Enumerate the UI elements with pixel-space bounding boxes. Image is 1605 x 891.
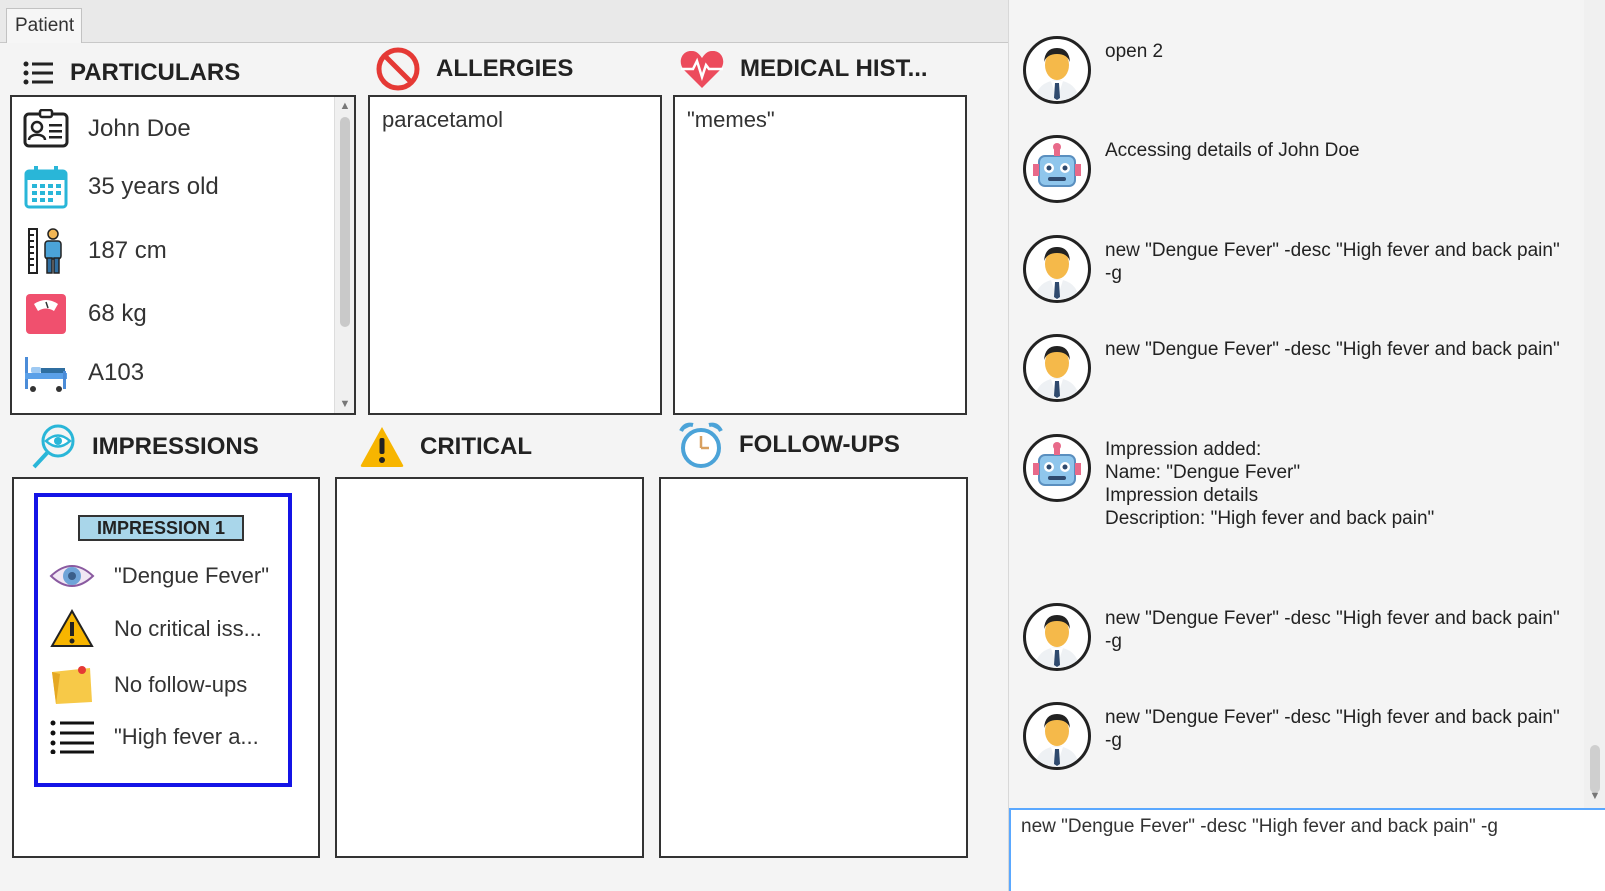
patient-weight: 68 kg bbox=[88, 300, 147, 327]
warning-icon bbox=[358, 423, 406, 471]
particulars-panel: John Doe 35 years old 187 cm 68 kg A103 … bbox=[10, 95, 356, 415]
chat-message: new "Dengue Fever" -desc "High fever and… bbox=[1023, 603, 1583, 671]
medical-history-panel: "memes" bbox=[673, 95, 967, 415]
app-window: Patient PARTICULARS ALLERGIES MEDICAL HI… bbox=[0, 0, 1605, 891]
impression-description-row: "High fever a... bbox=[48, 713, 259, 761]
particular-weight-row: 68 kg bbox=[22, 290, 147, 338]
allergies-panel: paracetamol bbox=[368, 95, 662, 415]
hospital-bed-icon bbox=[22, 349, 70, 397]
impressions-title: IMPRESSIONS bbox=[92, 433, 259, 460]
scale-icon bbox=[22, 290, 70, 338]
calendar-icon bbox=[22, 163, 70, 211]
chat-message-text: Accessing details of John Doe bbox=[1105, 140, 1360, 161]
robot-avatar-icon bbox=[1023, 135, 1091, 203]
particular-ward-row: A103 bbox=[22, 349, 144, 397]
chat-message-text: open 2 bbox=[1105, 41, 1164, 62]
robot-avatar-icon bbox=[1023, 434, 1091, 502]
user-avatar-icon bbox=[1023, 702, 1091, 770]
chat-message: open 2 bbox=[1023, 36, 1583, 104]
particulars-scrollbar[interactable]: ▲ ▼ bbox=[334, 97, 354, 413]
impressions-header: IMPRESSIONS bbox=[30, 423, 259, 471]
critical-header: CRITICAL bbox=[358, 423, 532, 471]
impression-description: "High fever a... bbox=[114, 724, 259, 749]
sticky-note-icon bbox=[48, 661, 96, 709]
list-icon bbox=[20, 49, 56, 97]
impression-critical-row: No critical iss... bbox=[48, 605, 262, 653]
chat-scrollbar[interactable]: ▼ bbox=[1584, 0, 1605, 808]
medical-history-header: MEDICAL HIST... bbox=[678, 45, 928, 93]
scroll-up-icon[interactable]: ▲ bbox=[335, 97, 354, 115]
tab-patient[interactable]: Patient bbox=[6, 8, 82, 43]
chat-pane: open 2 Accessing details of John Doe new "… bbox=[1008, 0, 1605, 891]
patient-pane: PARTICULARS ALLERGIES MEDICAL HIST... Jo… bbox=[0, 43, 1008, 891]
user-avatar-icon bbox=[1023, 603, 1091, 671]
particular-age-row: 35 years old bbox=[22, 163, 219, 211]
chat-message: Impression added: Name: "Dengue Fever" I… bbox=[1023, 434, 1583, 530]
patient-height: 187 cm bbox=[88, 237, 167, 264]
chat-message: Accessing details of John Doe bbox=[1023, 135, 1583, 203]
chat-message: new "Dengue Fever" -desc "High fever and… bbox=[1023, 702, 1583, 770]
chat-message: new "Dengue Fever" -desc "High fever and… bbox=[1023, 235, 1583, 303]
impression-followups-row: No follow-ups bbox=[48, 661, 247, 709]
user-avatar-icon bbox=[1023, 235, 1091, 303]
followups-panel bbox=[659, 477, 968, 858]
tab-bar: Patient bbox=[0, 0, 1008, 43]
medical-history-text: "memes" bbox=[687, 107, 775, 132]
id-card-icon bbox=[22, 105, 70, 153]
alarm-clock-icon bbox=[677, 421, 725, 469]
prohibited-icon bbox=[374, 45, 422, 93]
impression-critical: No critical iss... bbox=[114, 616, 262, 641]
eye-icon bbox=[48, 552, 96, 600]
critical-panel bbox=[335, 477, 644, 858]
command-input[interactable]: new "Dengue Fever" -desc "High fever and… bbox=[1009, 808, 1605, 891]
scroll-down-icon[interactable]: ▼ bbox=[335, 395, 354, 413]
heartbeat-icon bbox=[678, 45, 726, 93]
particulars-header: PARTICULARS bbox=[20, 49, 240, 97]
height-icon bbox=[22, 227, 70, 275]
impression-name: "Dengue Fever" bbox=[114, 563, 270, 588]
impressions-panel: IMPRESSION 1 "Dengue Fever" No critical … bbox=[12, 477, 320, 858]
chat-message-text: new "Dengue Fever" -desc "High fever and… bbox=[1105, 707, 1560, 751]
critical-title: CRITICAL bbox=[420, 433, 532, 460]
chat-message-text: new "Dengue Fever" -desc "High fever and… bbox=[1105, 339, 1560, 360]
impression-name-row: "Dengue Fever" bbox=[48, 552, 269, 600]
chat-message: new "Dengue Fever" -desc "High fever and… bbox=[1023, 334, 1583, 402]
eye-search-icon bbox=[30, 423, 78, 471]
user-avatar-icon bbox=[1023, 334, 1091, 402]
allergies-header: ALLERGIES bbox=[374, 45, 573, 93]
impression-followups: No follow-ups bbox=[114, 672, 248, 697]
user-avatar-icon bbox=[1023, 36, 1091, 104]
chat-message-text: new "Dengue Fever" -desc "High fever and… bbox=[1105, 608, 1560, 652]
patient-name: John Doe bbox=[88, 115, 191, 142]
particulars-title: PARTICULARS bbox=[70, 59, 241, 86]
chat-message-text: Impression added: Name: "Dengue Fever" I… bbox=[1105, 439, 1435, 529]
medical-history-title: MEDICAL HIST... bbox=[740, 55, 928, 82]
followups-title: FOLLOW-UPS bbox=[739, 431, 900, 458]
scrollbar-thumb[interactable] bbox=[340, 117, 350, 327]
impression-card-title: IMPRESSION 1 bbox=[78, 515, 244, 541]
warning-icon bbox=[48, 605, 96, 653]
patient-ward: A103 bbox=[88, 359, 145, 386]
allergies-title: ALLERGIES bbox=[436, 55, 574, 82]
followups-header: FOLLOW-UPS bbox=[677, 421, 900, 469]
chat-message-text: new "Dengue Fever" -desc "High fever and… bbox=[1105, 240, 1560, 284]
scroll-down-icon[interactable]: ▼ bbox=[1584, 790, 1605, 808]
list-icon bbox=[48, 713, 96, 761]
chat-log[interactable]: open 2 Accessing details of John Doe new "… bbox=[1009, 0, 1584, 808]
particular-height-row: 187 cm bbox=[22, 227, 167, 275]
scrollbar-thumb[interactable] bbox=[1590, 745, 1600, 793]
allergies-text: paracetamol bbox=[382, 107, 504, 132]
patient-age: 35 years old bbox=[88, 173, 219, 200]
particular-name-row: John Doe bbox=[22, 105, 191, 153]
impression-card[interactable]: IMPRESSION 1 "Dengue Fever" No critical … bbox=[34, 493, 292, 787]
